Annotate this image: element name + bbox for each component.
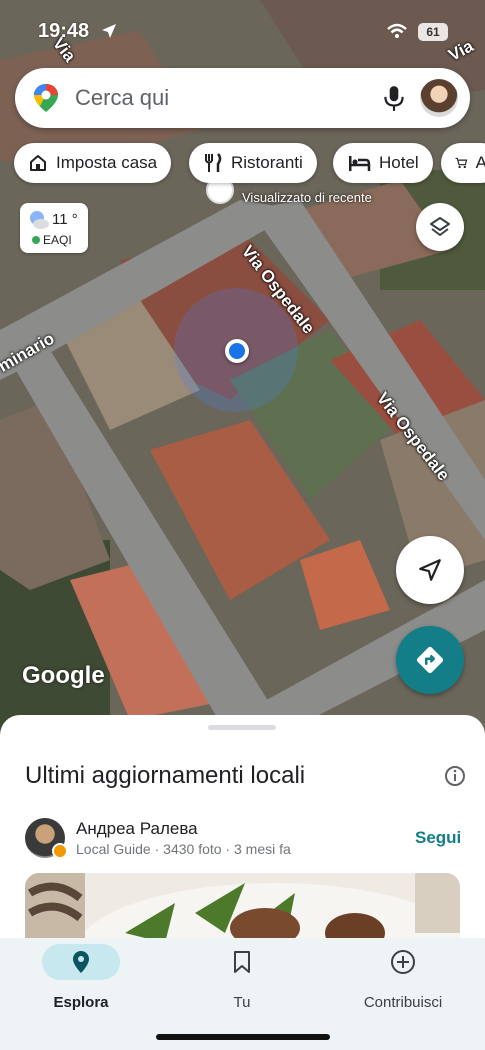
directions-button[interactable]	[396, 626, 464, 694]
search-bar[interactable]: Cerca qui	[15, 68, 470, 128]
restaurant-icon	[205, 153, 222, 172]
temperature: 11 °	[52, 211, 78, 228]
location-pin-icon	[73, 951, 89, 973]
current-location-dot	[225, 339, 249, 363]
nav-esplora-indicator	[42, 944, 120, 980]
home-indicator[interactable]	[156, 1034, 330, 1040]
my-location-button[interactable]	[396, 536, 464, 604]
cloud-moon-icon	[30, 211, 49, 229]
nav-tu-indicator	[203, 944, 281, 980]
contributor-meta: Local Guide · 3430 foto · 3 mesi fa	[76, 841, 291, 857]
microphone-icon[interactable]	[381, 84, 407, 112]
battery-indicator: 61	[418, 23, 448, 41]
follow-button[interactable]: Segui	[415, 828, 461, 848]
sheet-drag-handle[interactable]	[208, 725, 276, 730]
wifi-icon	[387, 23, 407, 38]
sheet-title: Ultimi aggiornamenti locali	[25, 762, 306, 789]
location-arrow-icon	[102, 24, 116, 38]
chip-label: Hotel	[379, 153, 419, 172]
chip-label: Ristoranti	[231, 153, 303, 172]
chip-shopping[interactable]: A	[441, 143, 485, 183]
contributor-name[interactable]: Андреа Ралева	[76, 819, 198, 839]
nav-esplora[interactable]: Esplora	[1, 938, 161, 1011]
bookmark-icon	[234, 951, 250, 973]
chip-label: A	[475, 153, 485, 172]
chip-label: Imposta casa	[56, 153, 158, 172]
google-maps-logo-icon	[34, 84, 58, 112]
google-attribution: Google	[22, 662, 105, 689]
shopping-cart-icon	[455, 157, 468, 169]
info-icon[interactable]	[444, 765, 466, 787]
status-time: 19:48	[38, 20, 90, 42]
air-quality-label: EAQI	[32, 233, 72, 247]
nav-tu[interactable]: Tu	[162, 938, 322, 1011]
hotel-icon	[349, 156, 371, 171]
layers-icon	[430, 217, 450, 236]
local-guide-badge-icon	[52, 843, 68, 859]
recent-place-label[interactable]: Visualizzato di recente	[242, 190, 372, 205]
nav-label: Tu	[233, 994, 251, 1011]
chip-ristoranti[interactable]: Ristoranti	[189, 143, 317, 183]
nav-label: Contribuisci	[363, 994, 443, 1011]
add-circle-icon	[391, 950, 415, 974]
search-input[interactable]: Cerca qui	[75, 85, 169, 111]
nav-contribuisci-indicator	[364, 944, 442, 980]
weather-widget[interactable]: 11 ° EAQI	[20, 203, 88, 253]
status-bar: 19:48 61	[0, 18, 485, 48]
directions-icon	[416, 646, 444, 674]
home-icon	[30, 155, 46, 171]
chip-imposta-casa[interactable]: Imposta casa	[14, 143, 172, 183]
navigation-arrow-icon	[419, 559, 441, 581]
nav-label: Esplora	[53, 994, 109, 1011]
nav-contribuisci[interactable]: Contribuisci	[323, 938, 483, 1011]
layers-button[interactable]	[416, 203, 464, 251]
chip-hotel[interactable]: Hotel	[333, 143, 433, 183]
aqi-status-dot	[32, 236, 40, 244]
profile-avatar[interactable]	[420, 79, 458, 117]
